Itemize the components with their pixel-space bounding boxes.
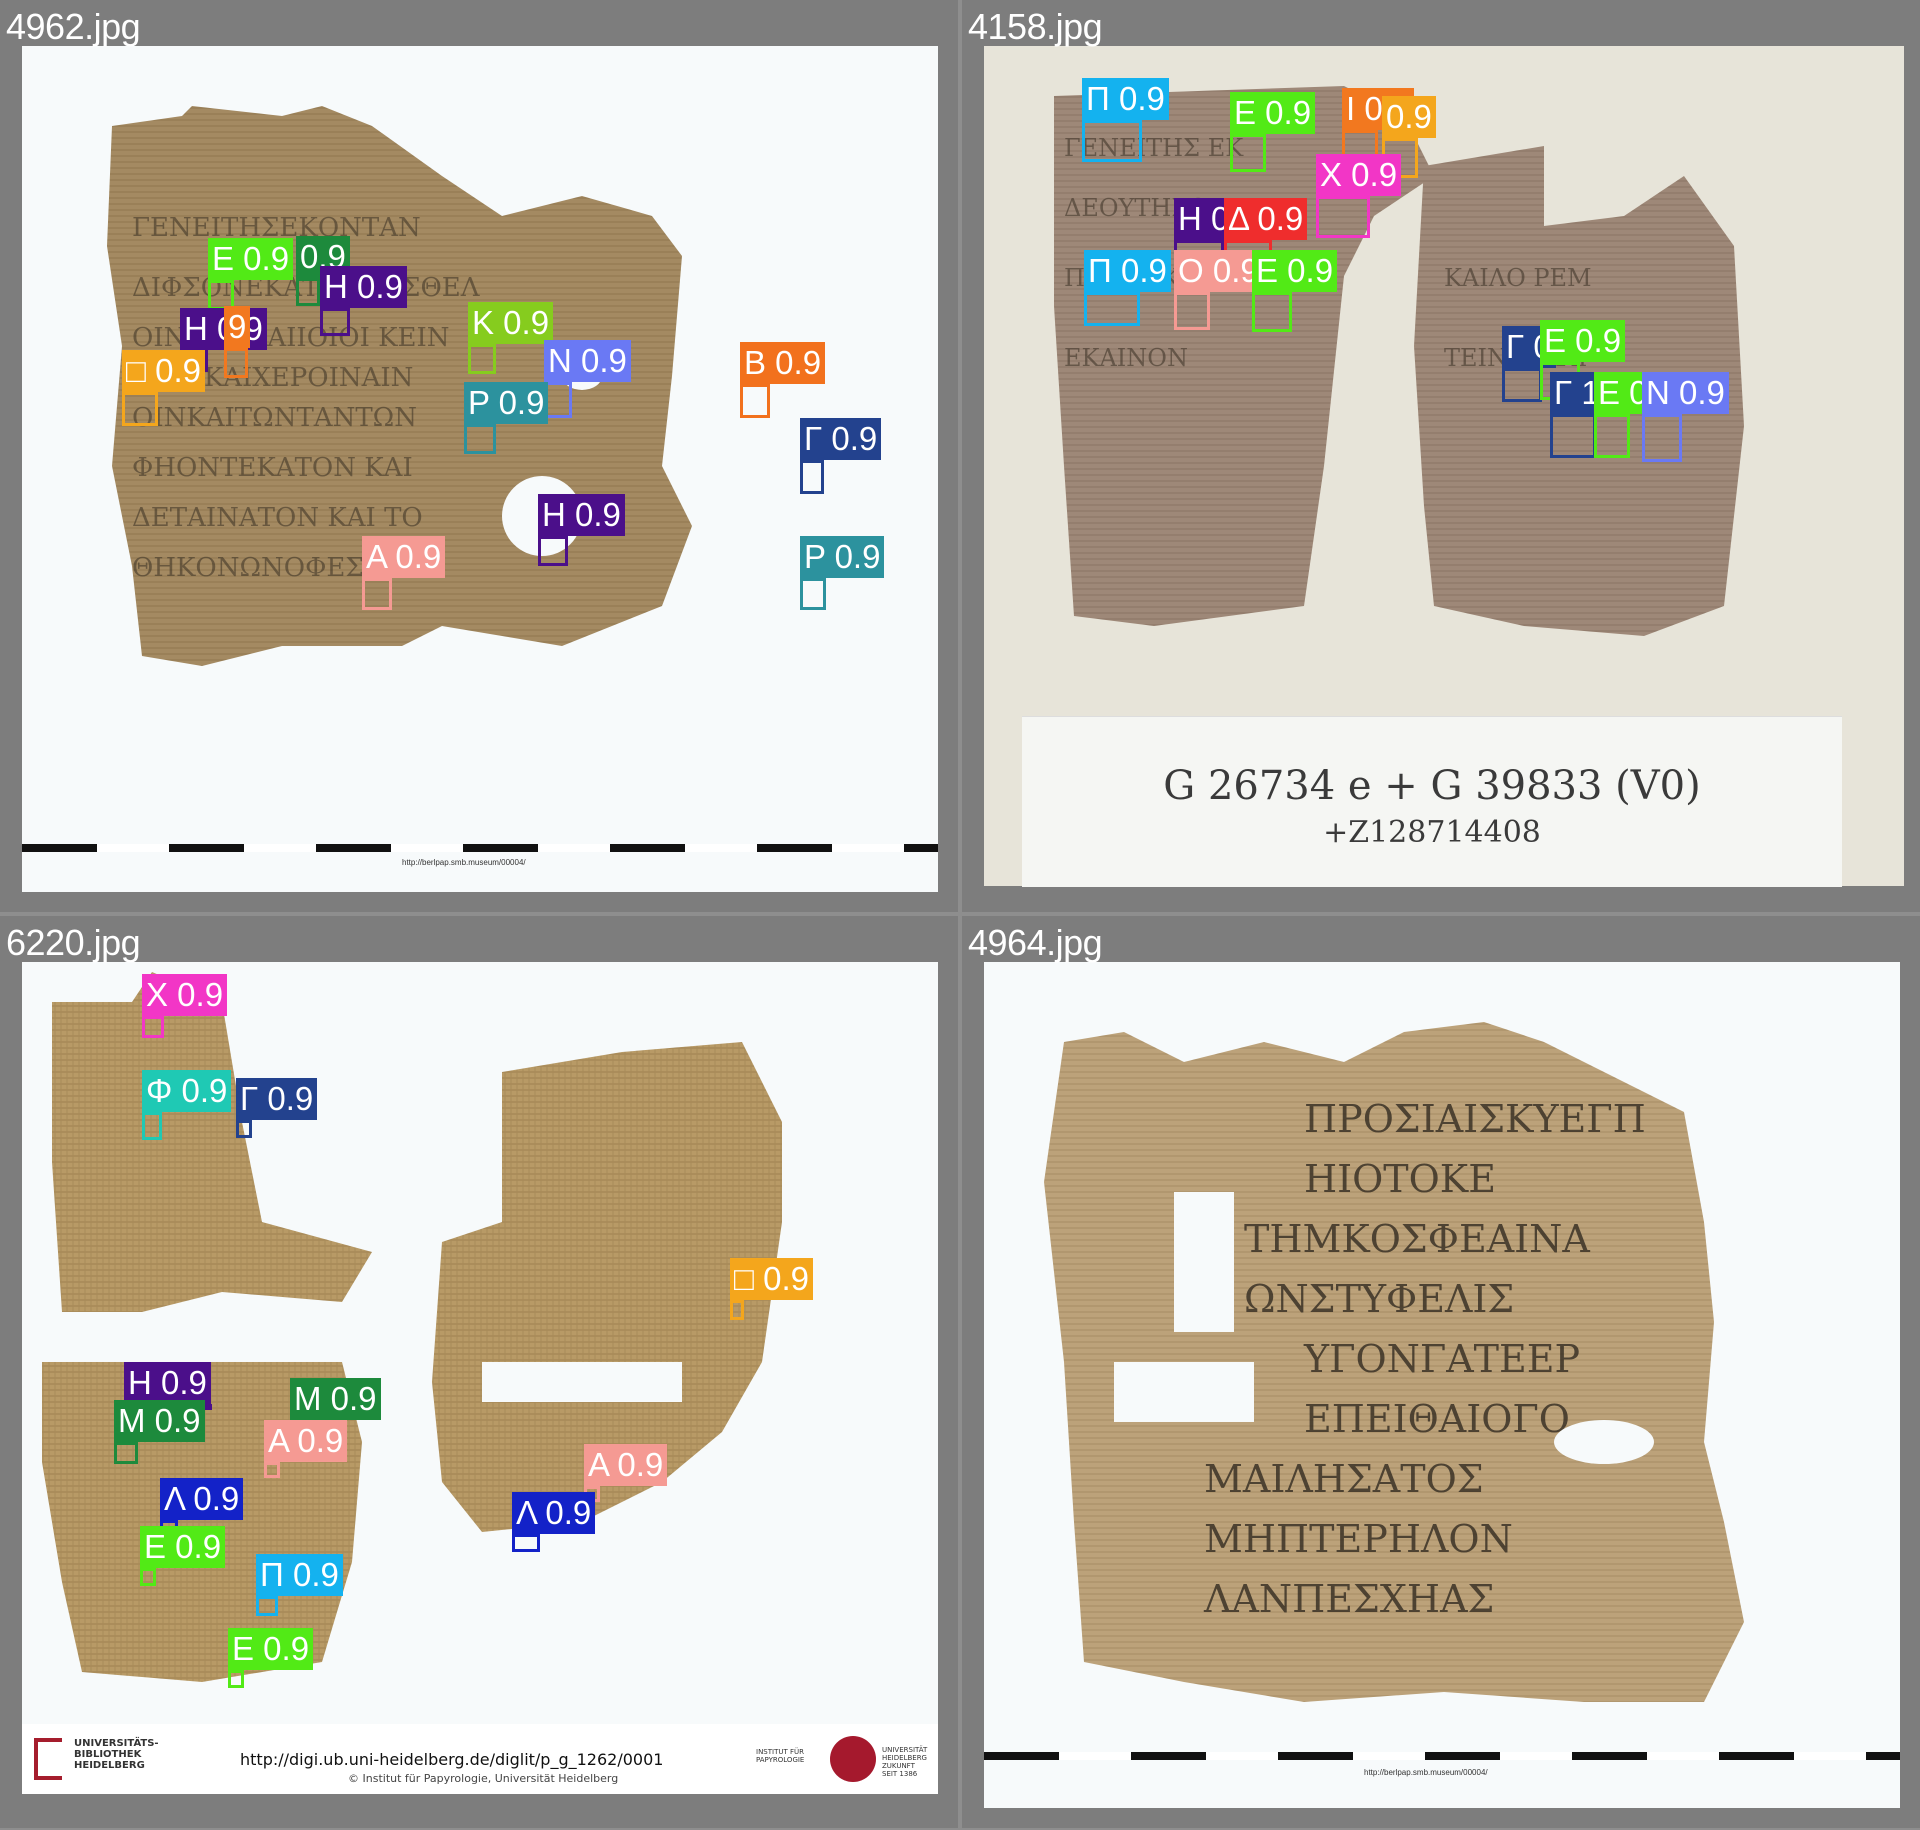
catalog-id: G 26734 e + G 39833 (V0) [1163,763,1701,809]
digital-library-url: http://digi.ub.uni-heidelberg.de/diglit/… [240,1750,664,1769]
detection-box: Η 0.9 [538,494,625,566]
detection-box: □ 0.9 [730,1258,813,1320]
scale-bar [984,1752,1900,1760]
filename-label: 4964.jpg [968,922,1103,963]
panel-4964: 4964.jpg ΠΡΟΣΙΑΙΣΚΥΕΓΠ ΗΙΟΤΟΚΕ ΤΗΜΚΟΣΦΕΑ… [962,916,1920,1828]
copyright-notice: © Institut für Papyrologie, Universität … [348,1772,619,1785]
detection-box: Γ 1 [1550,372,1604,458]
svg-text:ΤΗΜΚΟΣΦΕΑΙΝΑ: ΤΗΜΚΟΣΦΕΑΙΝΑ [1244,1217,1590,1261]
university-name: UNIVERSITÄT HEIDELBERG ZUKUNFT SEIT 1386 [882,1746,928,1778]
svg-text:ΛΑΝΠΕΣΧΗΑΣ: ΛΑΝΠΕΣΧΗΑΣ [1203,1577,1494,1621]
detection-box: Η 0.9 [320,266,407,336]
svg-text:ΦΗΟΝΤΕΚΑΤΟΝ ΚΑΙ: ΦΗΟΝΤΕΚΑΤΟΝ ΚΑΙ [132,453,413,483]
svg-text:ΩΝΣΤΥΦΕΛΙΣ: ΩΝΣΤΥΦΕΛΙΣ [1244,1277,1514,1321]
library-name: UNIVERSITÄTS- BIBLIOTHEK HEIDELBERG [74,1738,159,1771]
filename-label: 4962.jpg [6,6,141,47]
papyrus-photo: ΠΡΟΣΙΑΙΣΚΥΕΓΠ ΗΙΟΤΟΚΕ ΤΗΜΚΟΣΦΕΑΙΝΑ ΩΝΣΤΥ… [984,962,1900,1808]
detection-box: Φ 0.9 [142,1070,232,1140]
svg-text:ΗΙΟΤΟΚΕ: ΗΙΟΤΟΚΕ [1304,1157,1496,1201]
detection-box: Π 0.9 [1082,78,1169,162]
filename-label: 4158.jpg [968,6,1103,47]
source-url: http://berlpap.smb.museum/00004/ [1364,1768,1488,1777]
panel-4158: 4158.jpg ΓΕΝΕΙΤΗΣ ΕΚ ΔΕΟΥΤΗΣΟ ΠΥ [962,0,1920,912]
detection-box: Ε 0.9 [1252,250,1338,332]
detection-box: Α 0.9 [264,1420,348,1478]
detection-box: Ε 0.9 [1230,92,1316,172]
scale-bar [22,844,938,852]
catalog-subid: +Z128714408 [1323,815,1541,850]
detection-box: Ε 0 [1594,372,1652,458]
papyrus-fragment: ΠΡΟΣΙΑΙΣΚΥΕΓΠ ΗΙΟΤΟΚΕ ΤΗΜΚΟΣΦΕΑΙΝΑ ΩΝΣΤΥ… [1044,1022,1744,1702]
detection-box: Ρ 0.9 [800,536,885,610]
institute-name: INSTITUT FÜR PAPYROLOGIE [756,1748,805,1764]
svg-text:ΕΚΑΙΝΟΝ: ΕΚΑΙΝΟΝ [1064,344,1188,372]
detection-box: □ 0.9 [122,350,205,426]
image-grid: 4962.jpg ΓΕΝΕΙΤΗΣΕΚΟΝΤΑΝ ΔΙΦΣΟΝΕΚΑΤΟΝΤΟΣ… [0,0,1920,1830]
detection-box: Ε 0.9 [228,1628,314,1688]
detection-box: Μ 0.9 [114,1400,205,1464]
detection-box: Ο 0.9 [1174,250,1263,330]
library-logo-icon [34,1738,62,1780]
detection-box: Γ 0.9 [800,418,882,494]
svg-text:ΟΙΝΚΑΙΤΩΝΤΑΝΤΩΝ: ΟΙΝΚΑΙΤΩΝΤΑΝΤΩΝ [132,403,417,433]
detection-box: Β 0.9 [740,342,826,418]
detection-box: 9 [224,306,251,378]
svg-text:ΥΓΟΝΓΑΤΕΕΡ: ΥΓΟΝΓΑΤΕΕΡ [1303,1337,1580,1381]
svg-text:ΠΡΟΣΙΑΙΣΚΥΕΓΠ: ΠΡΟΣΙΑΙΣΚΥΕΓΠ [1304,1097,1646,1141]
detection-box: Κ 0.9 [468,302,554,374]
detection-box: Γ 0.9 [236,1078,318,1138]
detection-box: Λ 0.9 [512,1492,596,1552]
svg-text:ΕΠΕΙΘΑΙΟΓΟ: ΕΠΕΙΘΑΙΟΓΟ [1304,1397,1570,1441]
catalog-card: G 26734 e + G 39833 (V0) +Z128714408 [1022,716,1842,887]
source-url: http://berlpap.smb.museum/00004/ [402,858,526,867]
detection-box: Ρ 0.9 [464,382,549,454]
university-seal-icon [830,1736,876,1782]
detection-box: Ε 0.9 [140,1526,226,1586]
panel-4962: 4962.jpg ΓΕΝΕΙΤΗΣΕΚΟΝΤΑΝ ΔΙΦΣΟΝΕΚΑΤΟΝΤΟΣ… [0,0,958,912]
detection-box: Χ 0.9 [1316,154,1402,238]
filename-label: 6220.jpg [6,922,141,963]
panel-6220: 6220.jpg UNIVERSITÄTS- BIBLIOTHEK HEIDEL… [0,916,958,1828]
svg-text:ΜΗΠΤΕΡΗΛΟΝ: ΜΗΠΤΕΡΗΛΟΝ [1204,1517,1513,1561]
detection-box: 0.9 [296,236,350,306]
detection-box: Π 0.9 [256,1554,343,1616]
detection-box: Ν 0.9 [1642,372,1729,462]
detection-box: Γ 0 [1502,326,1556,402]
detection-box: Π 0.9 [1084,250,1171,326]
library-footer: UNIVERSITÄTS- BIBLIOTHEK HEIDELBERG http… [22,1724,938,1794]
svg-text:ΜΑΙΛΗΣΑΤΟΣ: ΜΑΙΛΗΣΑΤΟΣ [1204,1457,1484,1501]
svg-text:ΚΑΙΛΟ ΡΕΜ: ΚΑΙΛΟ ΡΕΜ [1444,264,1592,292]
detection-box: Χ 0.9 [142,974,228,1038]
detection-box: Α 0.9 [362,536,446,610]
svg-text:ΔΕΤΑΙΝΑΤΟΝ ΚΑΙ ΤΟ: ΔΕΤΑΙΝΑΤΟΝ ΚΑΙ ΤΟ [132,503,423,533]
